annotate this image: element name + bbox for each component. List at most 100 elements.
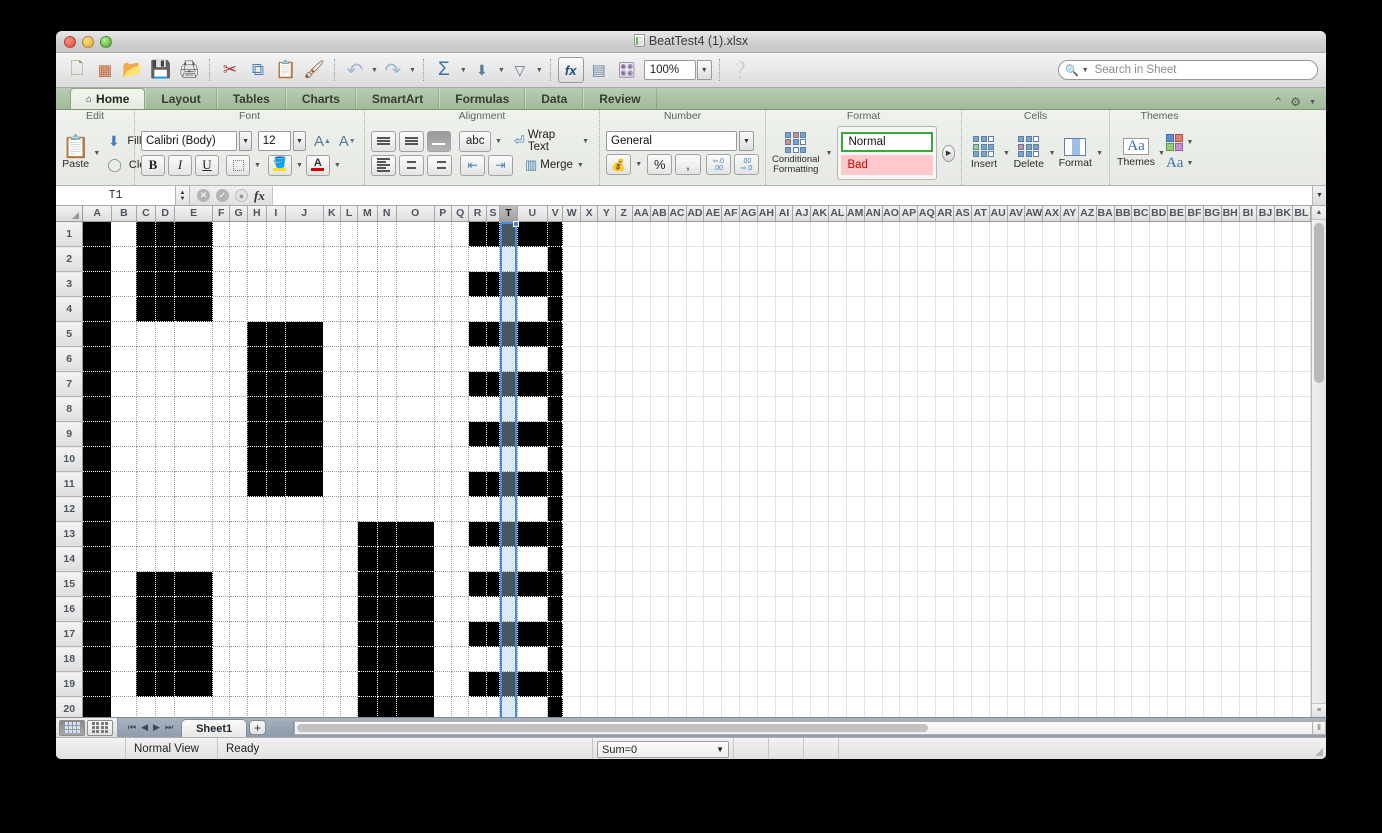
cell-Y16[interactable] [598, 597, 615, 622]
cell-AO4[interactable] [882, 297, 900, 322]
cell-AF17[interactable] [722, 622, 740, 647]
cell-BG1[interactable] [1203, 222, 1221, 247]
cell-M14[interactable] [358, 547, 377, 572]
cell-BJ12[interactable] [1257, 497, 1275, 522]
cell-AW3[interactable] [1025, 272, 1043, 297]
cell-AA19[interactable] [632, 672, 650, 697]
cell-AR20[interactable] [936, 697, 954, 718]
cell-F20[interactable] [213, 697, 230, 718]
cell-AG7[interactable] [740, 372, 758, 397]
cell-BF11[interactable] [1186, 472, 1204, 497]
cell-D2[interactable] [156, 247, 175, 272]
cell-BF8[interactable] [1186, 397, 1204, 422]
cell-H11[interactable] [247, 472, 266, 497]
cell-L12[interactable] [340, 497, 357, 522]
cell-AQ7[interactable] [918, 372, 936, 397]
column-header-ao[interactable]: AO [882, 206, 900, 222]
cell-L4[interactable] [340, 297, 357, 322]
cell-V12[interactable] [548, 497, 563, 522]
cell-W18[interactable] [563, 647, 581, 672]
cell-AY15[interactable] [1061, 572, 1079, 597]
row-header-14[interactable]: 14 [56, 547, 83, 572]
cut-icon[interactable]: ✂ [217, 57, 243, 83]
cell-B17[interactable] [111, 622, 136, 647]
cell-D3[interactable] [156, 272, 175, 297]
cell-E13[interactable] [175, 522, 213, 547]
cell-BH6[interactable] [1221, 347, 1239, 372]
cell-O18[interactable] [396, 647, 434, 672]
cell-N10[interactable] [377, 447, 396, 472]
cell-Z12[interactable] [615, 497, 632, 522]
cell-BK7[interactable] [1274, 372, 1292, 397]
cell-Y3[interactable] [598, 272, 615, 297]
cell-BB14[interactable] [1114, 547, 1132, 572]
row-header-1[interactable]: 1 [56, 222, 83, 247]
cell-A18[interactable] [83, 647, 112, 672]
cell-D18[interactable] [156, 647, 175, 672]
cell-BD16[interactable] [1150, 597, 1168, 622]
cell-AV17[interactable] [1007, 622, 1025, 647]
cell-AR3[interactable] [936, 272, 954, 297]
cell-AE10[interactable] [704, 447, 722, 472]
cell-AG18[interactable] [740, 647, 758, 672]
cell-P1[interactable] [434, 222, 451, 247]
cell-P11[interactable] [434, 472, 451, 497]
cell-O10[interactable] [396, 447, 434, 472]
cell-AH18[interactable] [757, 647, 775, 672]
cell-AY3[interactable] [1061, 272, 1079, 297]
cell-M10[interactable] [358, 447, 377, 472]
cell-BK17[interactable] [1274, 622, 1292, 647]
font-color-caret-icon[interactable]: ▼ [334, 162, 341, 169]
cell-AU18[interactable] [989, 647, 1007, 672]
cell-BH9[interactable] [1221, 422, 1239, 447]
column-header-b[interactable]: B [111, 206, 136, 222]
cell-AB6[interactable] [650, 347, 668, 372]
cell-BK20[interactable] [1274, 697, 1292, 718]
cell-A1[interactable] [83, 222, 112, 247]
cell-H3[interactable] [247, 272, 266, 297]
cell-AY13[interactable] [1061, 522, 1079, 547]
cell-AB7[interactable] [650, 372, 668, 397]
cell-AE8[interactable] [704, 397, 722, 422]
cell-AB5[interactable] [650, 322, 668, 347]
cell-AO11[interactable] [882, 472, 900, 497]
cell-AQ19[interactable] [918, 672, 936, 697]
cell-E18[interactable] [175, 647, 213, 672]
cell-L14[interactable] [340, 547, 357, 572]
cell-AW17[interactable] [1025, 622, 1043, 647]
cell-AC11[interactable] [668, 472, 686, 497]
cell-I14[interactable] [266, 547, 285, 572]
cell-BB11[interactable] [1114, 472, 1132, 497]
cell-BI15[interactable] [1239, 572, 1257, 597]
cell-K8[interactable] [323, 397, 340, 422]
cell-G2[interactable] [230, 247, 247, 272]
column-header-aw[interactable]: AW [1025, 206, 1043, 222]
comma-style-button[interactable]: , [675, 154, 700, 175]
cell-BC8[interactable] [1132, 397, 1150, 422]
cell-AE2[interactable] [704, 247, 722, 272]
cell-BE8[interactable] [1168, 397, 1186, 422]
cell-H17[interactable] [247, 622, 266, 647]
cell-AZ16[interactable] [1078, 597, 1096, 622]
cell-AN1[interactable] [864, 222, 882, 247]
cell-style-normal[interactable]: Normal [841, 132, 933, 152]
cell-A9[interactable] [83, 422, 112, 447]
cell-W13[interactable] [563, 522, 581, 547]
cell-AO6[interactable] [882, 347, 900, 372]
cell-AT12[interactable] [971, 497, 989, 522]
cell-AW16[interactable] [1025, 597, 1043, 622]
cell-BJ6[interactable] [1257, 347, 1275, 372]
cell-S5[interactable] [486, 322, 500, 347]
cell-H12[interactable] [247, 497, 266, 522]
cell-AZ9[interactable] [1078, 422, 1096, 447]
cell-Q3[interactable] [451, 272, 468, 297]
cell-AP20[interactable] [900, 697, 918, 718]
cell-AB15[interactable] [650, 572, 668, 597]
column-header-n[interactable]: N [377, 206, 396, 222]
cell-AZ1[interactable] [1078, 222, 1096, 247]
cell-AA10[interactable] [632, 447, 650, 472]
row-header-7[interactable]: 7 [56, 372, 83, 397]
redo-caret-icon[interactable]: ▼ [409, 67, 416, 74]
cell-X13[interactable] [580, 522, 597, 547]
cell-AY18[interactable] [1061, 647, 1079, 672]
